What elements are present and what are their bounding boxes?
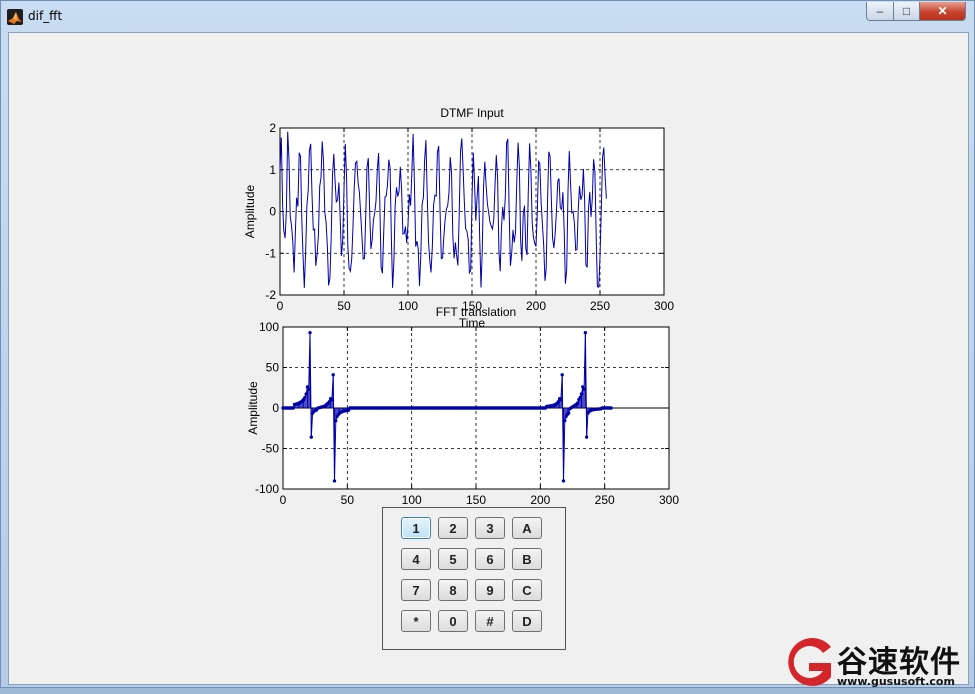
matlab-figure-icon [7,9,23,25]
key-button-1[interactable]: 1 [401,517,431,539]
key-button-4[interactable]: 4 [401,548,431,570]
key-button-0[interactable]: 0 [438,610,468,632]
maximize-icon: □ [902,4,911,18]
key-button-5[interactable]: 5 [438,548,468,570]
key-button-9[interactable]: 9 [475,579,505,601]
dtmf-keypad: 1 2 3 A 4 5 6 B 7 8 9 C * 0 # D [382,507,566,650]
watermark-logo-icon [788,638,831,686]
watermark: 谷速软件 www.gususoft.com [779,633,975,689]
minimize-button[interactable]: – [866,2,894,21]
maximize-button[interactable]: □ [893,2,920,21]
minimize-icon: – [876,4,884,18]
key-button-b[interactable]: B [512,548,542,570]
close-button[interactable]: ✕ [919,2,966,21]
window-title: dif_fft [28,9,63,23]
figure-window: dif_fft – □ ✕ 0 50 100 150 200 250 300 -2 -1 0 1 2 D… [0,0,975,688]
key-button-a[interactable]: A [512,517,542,539]
key-button-hash[interactable]: # [475,610,505,632]
key-button-d[interactable]: D [512,610,542,632]
watermark-url: www.gususoft.com [837,675,955,688]
key-button-7[interactable]: 7 [401,579,431,601]
key-button-c[interactable]: C [512,579,542,601]
key-button-2[interactable]: 2 [438,517,468,539]
key-button-star[interactable]: * [401,610,431,632]
title-bar[interactable]: dif_fft – □ ✕ [1,1,974,31]
key-button-8[interactable]: 8 [438,579,468,601]
close-icon: ✕ [937,4,948,18]
key-button-6[interactable]: 6 [475,548,505,570]
key-button-3[interactable]: 3 [475,517,505,539]
